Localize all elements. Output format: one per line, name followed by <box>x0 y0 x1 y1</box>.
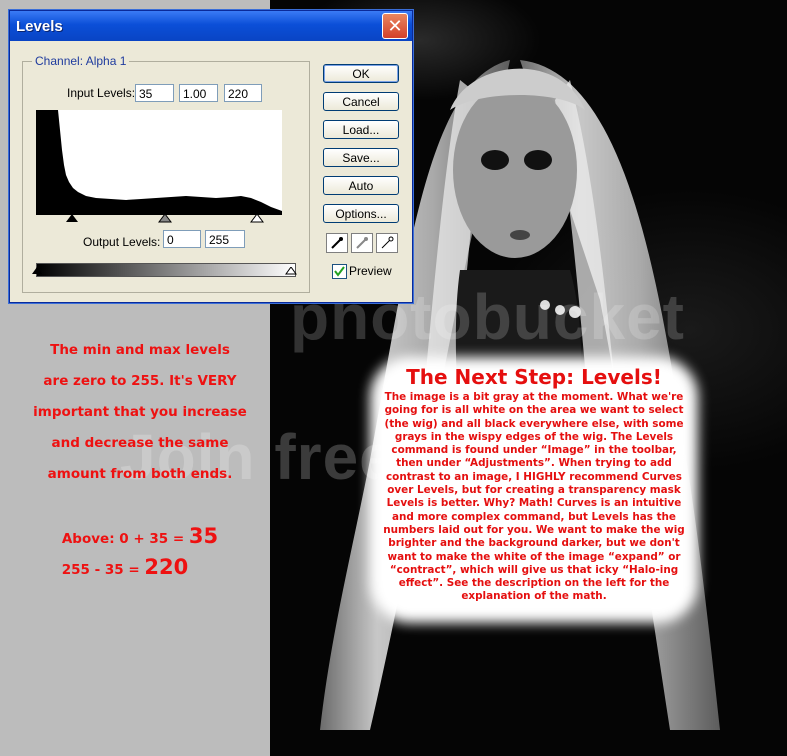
explanation-line-2: are zero to 255. It's VERY <box>43 373 237 389</box>
explanation-line-1: The min and max levels <box>50 342 230 358</box>
ok-button[interactable]: OK <box>323 64 399 83</box>
input-gamma-field[interactable]: 1.00 <box>179 84 218 102</box>
input-black-field[interactable]: 35 <box>135 84 174 102</box>
math-line-2-result: 220 <box>144 555 189 579</box>
save-button[interactable]: Save... <box>323 148 399 167</box>
channel-label: Channel: Alpha 1 <box>32 54 130 68</box>
explanation-line-4: and decrease the same <box>51 435 229 451</box>
output-black-slider[interactable] <box>31 267 43 275</box>
input-levels-label: Input Levels: <box>67 86 136 100</box>
white-eyedropper-icon <box>381 236 394 249</box>
checkmark-icon <box>334 266 345 277</box>
preview-label: Preview <box>349 264 392 278</box>
close-icon: ✕ <box>387 15 403 37</box>
auto-button[interactable]: Auto <box>323 176 399 195</box>
math-line-1-result: 35 <box>188 524 219 548</box>
math-line-1: Above: 0 + 35 = 35 <box>20 524 260 548</box>
load-button[interactable]: Load... <box>323 120 399 139</box>
math-line-2: 255 - 35 = 220 <box>20 555 230 579</box>
next-step-callout: The Next Step: Levels! The image is a bi… <box>370 357 698 623</box>
gamma-slider[interactable] <box>158 214 172 223</box>
output-black-field[interactable]: 0 <box>163 230 201 248</box>
dialog-title: Levels <box>16 17 63 35</box>
black-point-slider[interactable] <box>65 214 79 223</box>
cancel-button[interactable]: Cancel <box>323 92 399 111</box>
white-point-slider[interactable] <box>250 214 264 223</box>
next-step-heading: The Next Step: Levels! <box>406 365 662 389</box>
math-line-1-prefix: Above: 0 + 35 = <box>61 531 189 547</box>
close-button[interactable]: ✕ <box>382 13 408 39</box>
black-eyedropper-icon <box>331 237 343 249</box>
explanation-line-3: important that you increase <box>33 404 247 420</box>
explanation-line-5: amount from both ends. <box>47 466 233 482</box>
output-white-slider[interactable] <box>285 267 297 275</box>
options-button[interactable]: Options... <box>323 204 399 223</box>
input-white-field[interactable]: 220 <box>224 84 262 102</box>
output-white-field[interactable]: 255 <box>205 230 245 248</box>
next-step-body: The image is a bit gray at the moment. W… <box>383 391 685 603</box>
output-levels-label: Output Levels: <box>83 235 161 249</box>
levels-dialog: Levels ✕ Channel: Alpha 1 Input Levels: … <box>9 10 413 303</box>
output-gradient-bar <box>36 263 296 277</box>
gray-eyedropper-icon <box>356 237 368 249</box>
white-eyedropper-button[interactable] <box>376 233 398 253</box>
black-eyedropper-button[interactable] <box>326 233 348 253</box>
math-line-2-prefix: 255 - 35 = <box>61 562 145 578</box>
dialog-titlebar[interactable]: Levels ✕ <box>10 11 412 41</box>
preview-checkbox[interactable] <box>332 264 347 279</box>
gray-eyedropper-button[interactable] <box>351 233 373 253</box>
histogram <box>36 110 282 214</box>
